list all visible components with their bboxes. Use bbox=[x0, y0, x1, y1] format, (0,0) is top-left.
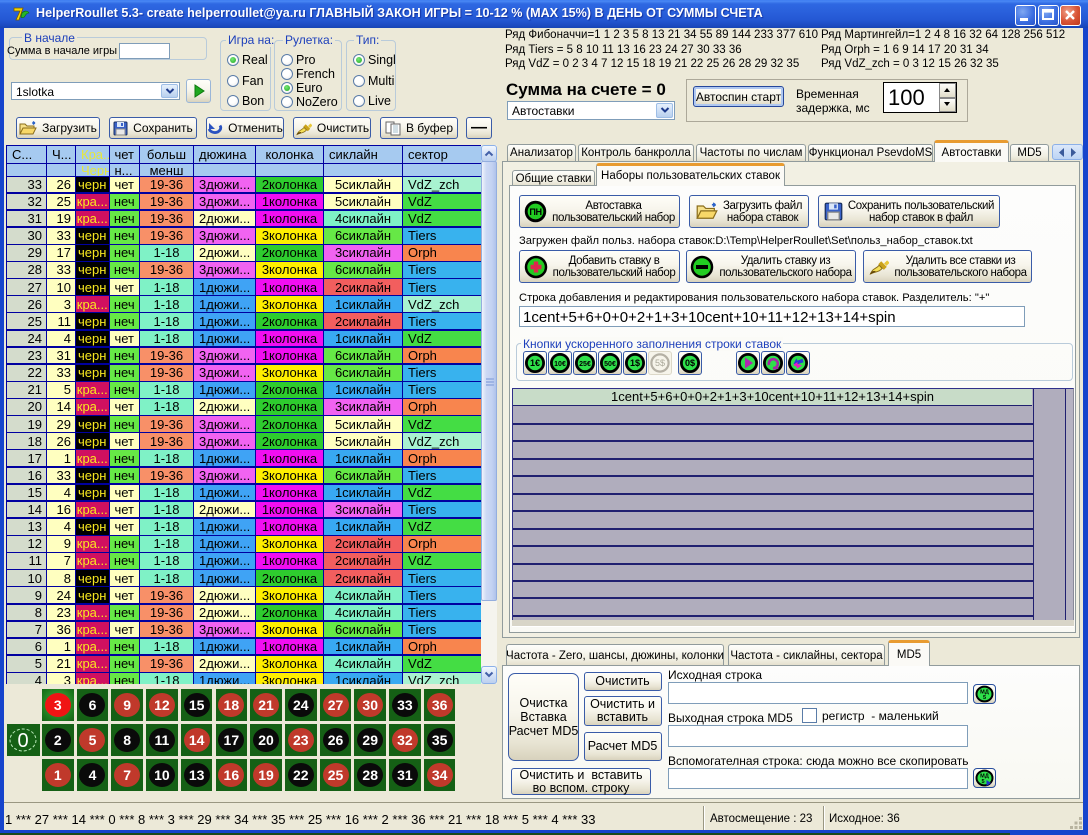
svg-text:5: 5 bbox=[981, 779, 984, 785]
svg-text:5: 5 bbox=[982, 695, 985, 701]
svg-text:0$: 0$ bbox=[685, 358, 695, 368]
svg-text:1$: 1$ bbox=[630, 358, 640, 368]
svg-text:10€: 10€ bbox=[554, 361, 566, 368]
svg-text:5$: 5$ bbox=[655, 358, 665, 368]
svg-text:25€: 25€ bbox=[579, 361, 591, 368]
svg-text:ПН: ПН bbox=[529, 207, 541, 217]
svg-text:0: 0 bbox=[17, 730, 28, 752]
svg-text:50€: 50€ bbox=[604, 361, 616, 368]
svg-text:1€: 1€ bbox=[530, 358, 540, 368]
